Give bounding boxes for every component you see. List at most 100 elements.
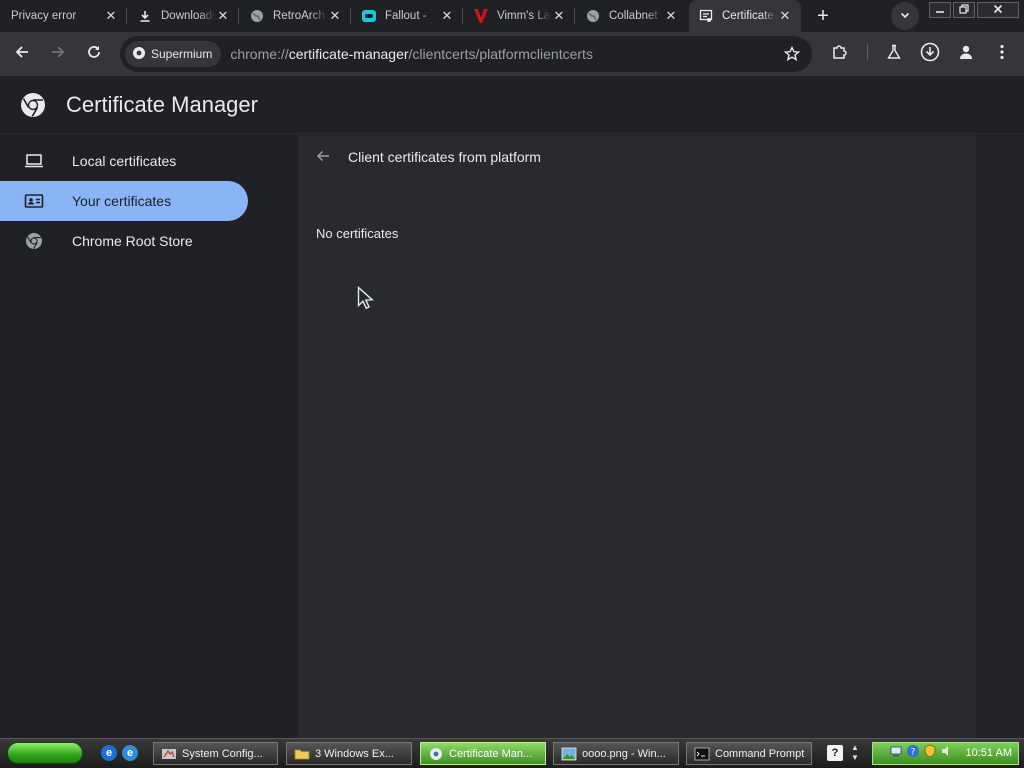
back-button[interactable] (8, 40, 36, 68)
mouse-pointer-icon (357, 285, 375, 315)
site-info-chip[interactable]: Supermium (125, 41, 222, 67)
more-vertical-icon (1000, 44, 1004, 65)
arrow-left-icon (14, 44, 30, 65)
clock: 10:51 AM (965, 747, 1012, 759)
app-title: Certificate Manager (66, 91, 258, 117)
task-windows-explorer[interactable]: 3 Windows Ex... (286, 742, 412, 765)
main-content: Client certificates from platform No cer… (298, 135, 976, 738)
empty-state-message: No certificates (316, 226, 399, 241)
close-icon (993, 3, 1003, 17)
page-heading: Client certificates from platform (348, 149, 541, 165)
svg-text:?: ? (911, 748, 916, 758)
tab-collabnet[interactable]: Collabnet ✕ (576, 0, 687, 32)
task-label: 3 Windows Ex... (315, 747, 394, 760)
flask-icon (886, 44, 902, 65)
minimize-button[interactable] (929, 2, 951, 18)
tab-title: RetroArch (273, 10, 325, 22)
close-icon[interactable]: ✕ (663, 8, 679, 24)
tab-privacy-error[interactable]: Privacy error ✕ (0, 0, 127, 32)
url-scheme: chrome:// (230, 46, 289, 62)
puzzle-icon (831, 43, 849, 66)
system-tray: ? 10:51 AM (872, 742, 1019, 765)
task-certificate-manager[interactable]: Certificate Man... (420, 742, 546, 765)
folder-icon (294, 747, 310, 761)
tab-fallout[interactable]: Fallout - ✕ (352, 0, 463, 32)
task-label: oooo.png - Win... (582, 747, 666, 760)
browser-quicklaunch-icon[interactable]: e (122, 745, 138, 761)
back-to-your-certificates-button[interactable] (312, 147, 334, 169)
sidebar: Local certificates Your certificates Chr… (0, 135, 298, 738)
chrome-logo-icon (20, 92, 46, 118)
forward-button[interactable] (44, 40, 72, 68)
close-icon[interactable]: ✕ (327, 8, 343, 24)
content-right-gutter (976, 135, 1024, 738)
bookmark-star-icon[interactable] (783, 45, 801, 67)
task-label: System Config... (182, 747, 263, 760)
person-icon (958, 44, 974, 65)
arrow-right-icon (50, 44, 66, 65)
url-host: certificate-manager (288, 46, 409, 62)
network-icon[interactable] (889, 744, 903, 763)
tray-expand-icon[interactable]: ▲ ▼ (849, 743, 861, 763)
help-icon[interactable]: ? (827, 745, 843, 761)
task-label: Certificate Man... (449, 747, 533, 760)
globe-icon (249, 8, 265, 24)
tab-downloads[interactable]: Downloads ✕ (128, 0, 239, 32)
close-icon[interactable]: ✕ (215, 8, 231, 24)
sidebar-item-local-certificates[interactable]: Local certificates (0, 141, 248, 181)
minimize-icon (935, 3, 945, 17)
security-shield-icon[interactable] (923, 744, 937, 763)
tab-title: Vimm's Lair (497, 10, 551, 22)
task-label: Command Prompt (715, 747, 805, 760)
new-tab-button[interactable]: + (810, 4, 836, 28)
browser-toolbar: Supermium chrome://certificate-manager/c… (0, 32, 1024, 76)
close-icon[interactable]: ✕ (551, 8, 567, 24)
extensions-button[interactable] (826, 40, 854, 68)
sidebar-item-chrome-root-store[interactable]: Chrome Root Store (0, 221, 248, 261)
gamepad-icon (361, 8, 377, 24)
download-icon (137, 8, 153, 24)
task-image-viewer[interactable]: oooo.png - Win... (553, 742, 679, 765)
update-icon[interactable]: ? (906, 744, 920, 763)
close-icon[interactable]: ✕ (439, 8, 455, 24)
chip-label: Supermium (151, 47, 213, 61)
restore-button[interactable] (953, 2, 975, 18)
internet-explorer-icon[interactable]: e (101, 745, 117, 761)
restore-icon (959, 3, 969, 17)
tab-title: Fallout - (385, 10, 427, 22)
image-icon (561, 747, 577, 761)
labs-button[interactable] (880, 40, 908, 68)
tab-title: Certificate Manager (722, 10, 777, 22)
tab-title: Downloads (161, 10, 215, 22)
globe-icon (585, 8, 601, 24)
system-config-icon (161, 747, 177, 761)
downloads-button[interactable] (916, 40, 944, 68)
reload-icon (86, 44, 102, 65)
address-bar[interactable]: Supermium chrome://certificate-manager/c… (120, 36, 812, 72)
sidebar-item-your-certificates[interactable]: Your certificates (0, 181, 248, 221)
tab-search-button[interactable] (891, 2, 919, 30)
tab-title: Collabnet (609, 10, 658, 22)
supermium-icon (132, 46, 146, 63)
menu-button[interactable] (988, 40, 1016, 68)
volume-icon[interactable] (940, 744, 954, 763)
url-path: /clientcerts/platformclientcerts (408, 46, 593, 62)
tab-vimms-lair[interactable]: Vimm's Lair ✕ (464, 0, 575, 32)
close-icon[interactable]: ✕ (103, 8, 119, 24)
vimm-logo-icon (473, 8, 489, 24)
taskbar: e e System Config... 3 Windows Ex... Cer… (0, 738, 1024, 768)
task-command-prompt[interactable]: Command Prompt (686, 742, 812, 765)
tab-retroarch[interactable]: RetroArch ✕ (240, 0, 351, 32)
close-icon[interactable]: ✕ (777, 8, 793, 24)
profile-button[interactable] (952, 40, 980, 68)
download-circle-icon (920, 42, 940, 67)
sidebar-item-label: Local certificates (72, 153, 177, 169)
task-system-config[interactable]: System Config... (153, 742, 278, 765)
chrome-icon (23, 230, 45, 252)
reload-button[interactable] (80, 40, 108, 68)
start-button[interactable] (7, 742, 83, 764)
close-window-button[interactable] (977, 2, 1019, 18)
tab-certificate-manager[interactable]: Certificate Manager ✕ (689, 0, 801, 32)
sidebar-item-label: Chrome Root Store (72, 233, 193, 249)
url-text[interactable]: chrome://certificate-manager/clientcerts… (230, 46, 593, 62)
